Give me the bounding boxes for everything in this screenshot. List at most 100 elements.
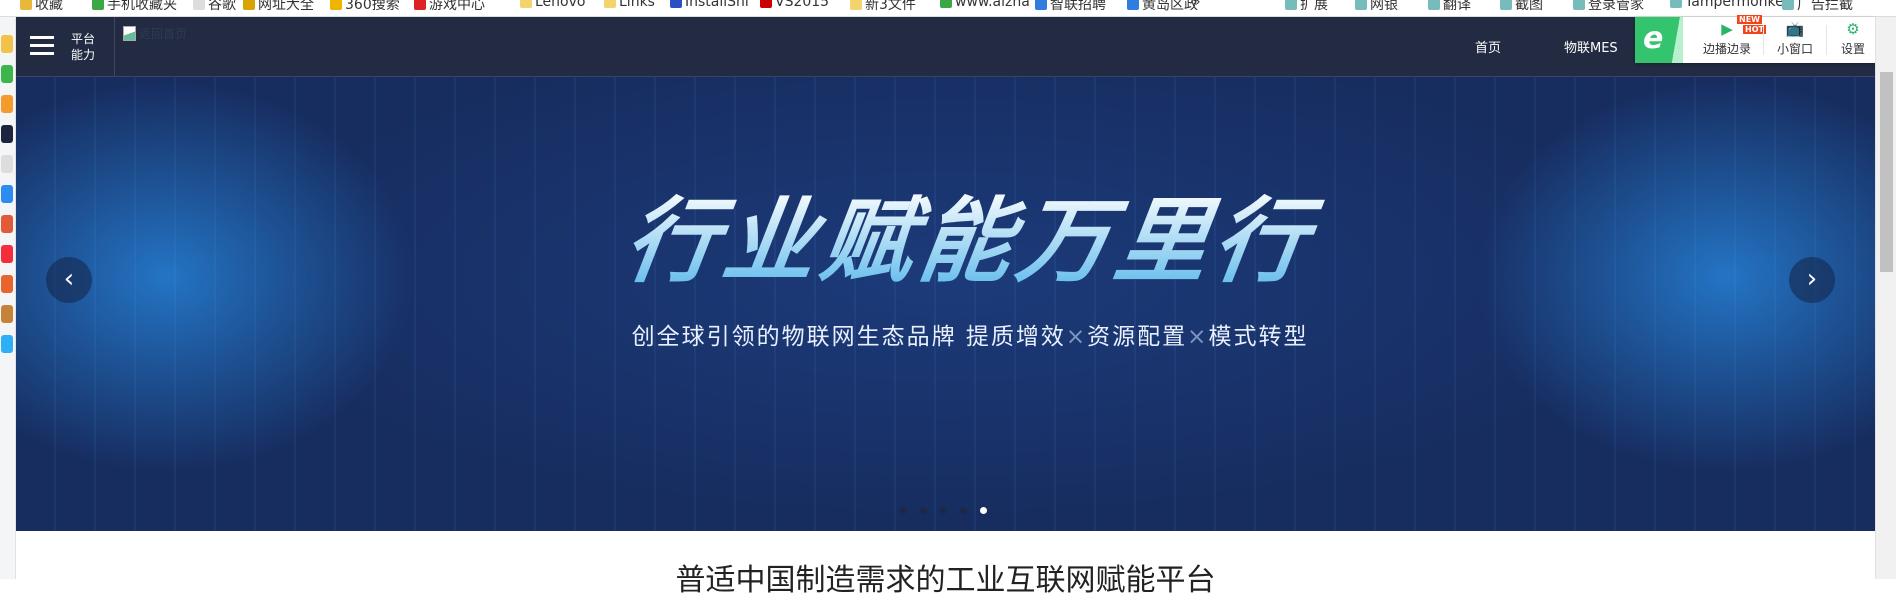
gear-icon: ⚙ (1846, 20, 1860, 38)
toolbar-icon (1573, 0, 1585, 10)
bookmark-label: Links (619, 0, 655, 10)
bookmark-item[interactable]: 谷歌 (193, 0, 236, 14)
tv-icon: 📺 (1785, 20, 1805, 38)
platform-capability-menu[interactable]: 平台能力 (71, 31, 101, 63)
bookmark-icon (1035, 0, 1047, 10)
more-bookmarks-button[interactable]: » (1192, 0, 1201, 10)
toolbar-item[interactable]: Tampermonke (1670, 0, 1784, 10)
scrollbar-thumb[interactable] (1880, 72, 1893, 272)
sidebar-app-icon[interactable] (1, 185, 13, 203)
toolbar-label: 网银 (1370, 0, 1398, 13)
bookmark-item[interactable]: 手机收藏夹 (92, 0, 177, 14)
bookmark-label: 网址大全 (258, 0, 314, 13)
bookmark-label: 收藏 (35, 0, 63, 13)
hero-carousel: 行业赋能万里行 创全球引领的物联网生态品牌 提质增效×资源配置×模式转型 ‹ › (16, 77, 1875, 531)
scrollbar[interactable] (1875, 17, 1896, 579)
sidebar-app-icon[interactable] (1, 305, 13, 323)
carousel-dot[interactable] (980, 507, 987, 514)
logo-alt-text: 返回首页 (139, 27, 188, 41)
broken-image-icon (123, 26, 136, 41)
divider (1763, 25, 1764, 55)
separator: × (1065, 324, 1088, 350)
bookmark-label: InstallShi (685, 0, 749, 10)
divider (114, 17, 115, 77)
sidebar-app-icon[interactable] (1, 215, 13, 233)
bookmark-label: VS2015 (775, 0, 830, 10)
toolbar-label: 翻译 (1443, 0, 1471, 13)
nav-iot-mes[interactable]: 物联MES (1564, 37, 1618, 56)
toolbar-item[interactable]: 广告拦截 (1782, 0, 1853, 14)
browser-logo-icon: e (1635, 17, 1683, 63)
bookmark-label: 智联招聘 (1050, 0, 1106, 13)
bookmark-item[interactable]: 智联招聘 (1035, 0, 1106, 14)
toolbar-item[interactable]: 登录管家 (1573, 0, 1644, 14)
sidebar-app-icon[interactable] (1, 35, 13, 53)
toolbar-label: 广告拦截 (1797, 0, 1853, 13)
carousel-dot[interactable] (960, 507, 967, 514)
bookmark-item[interactable]: VS2015 (760, 0, 829, 10)
bookmark-icon (243, 0, 255, 10)
sidebar-app-icon[interactable] (1, 155, 13, 173)
bookmark-label: 360搜索 (345, 0, 400, 13)
bookmark-label: 手机收藏夹 (107, 0, 177, 13)
carousel-prev-button[interactable]: ‹ (46, 257, 92, 303)
toolbar-icon (1428, 0, 1440, 10)
bookmark-icon (330, 0, 342, 10)
bookmark-item[interactable]: 收藏 (20, 0, 63, 14)
record-label: 边播边录 (1702, 42, 1751, 56)
browser-sidebar (0, 17, 16, 579)
carousel-dot[interactable] (940, 507, 947, 514)
bookmark-label: 游戏中心 (429, 0, 485, 13)
bookmark-icon (850, 0, 862, 10)
toolbar-item[interactable]: 扩展 (1285, 0, 1328, 14)
site-header: 平台能力 返回首页 首页 物联MES (16, 17, 1875, 77)
bookmark-item[interactable]: 游戏中心 (414, 0, 485, 14)
mini-window-label: 小窗口 (1776, 42, 1813, 56)
toolbar-label: Tampermonke (1685, 0, 1784, 10)
bookmark-item[interactable]: 360搜索 (330, 0, 400, 14)
settings-button[interactable]: ⚙ 设置 (1833, 20, 1873, 57)
toolbar-icon (1782, 0, 1794, 10)
bookmark-label: Lenovo (535, 0, 586, 10)
hamburger-menu-icon[interactable] (30, 36, 54, 56)
bookmark-label: www.aizha (955, 0, 1030, 10)
carousel-next-button[interactable]: › (1789, 257, 1835, 303)
bookmark-icon (20, 0, 32, 10)
separator: × (1187, 324, 1209, 350)
settings-label: 设置 (1840, 42, 1865, 56)
bookmark-label: 黄岛区政 (1142, 0, 1198, 13)
bookmark-label: 谷歌 (208, 0, 236, 13)
bookmark-label: 新3文件 (865, 0, 916, 13)
bookmark-icon (1127, 0, 1139, 10)
sidebar-app-icon[interactable] (1, 275, 13, 293)
sidebar-app-icon[interactable] (1, 65, 13, 83)
carousel-dot[interactable] (900, 507, 907, 514)
nav-home[interactable]: 首页 (1475, 37, 1501, 56)
bookmark-item[interactable]: www.aizha (940, 0, 1030, 10)
sidebar-app-icon[interactable] (1, 335, 13, 353)
subtitle-part: 创全球引领的物联网生态品牌 提质增效 (631, 324, 1066, 350)
bookmark-item[interactable]: 新3文件 (850, 0, 916, 14)
toolbar-icon (1285, 0, 1297, 10)
browser-extension-panel: e ▶ 边播边录 NEW HOT 📺 小窗口 ⚙ 设置 (1635, 15, 1875, 63)
site-logo[interactable]: 返回首页 (123, 25, 187, 42)
bookmark-icon (760, 0, 772, 8)
bookmark-item[interactable]: 网址大全 (243, 0, 314, 14)
carousel-dot[interactable] (920, 507, 927, 514)
toolbar-label: 登录管家 (1588, 0, 1644, 13)
toolbar-item[interactable]: 网银 (1355, 0, 1398, 14)
bookmark-item[interactable]: Lenovo (520, 0, 585, 10)
bookmark-item[interactable]: Links (604, 0, 655, 10)
bookmark-item[interactable]: 黄岛区政 (1127, 0, 1198, 14)
banner-subtitle: 创全球引领的物联网生态品牌 提质增效×资源配置×模式转型 (540, 317, 1400, 351)
toolbar-item[interactable]: 翻译 (1428, 0, 1471, 14)
sidebar-app-icon[interactable] (1, 95, 13, 113)
toolbar-item[interactable]: 截图 (1500, 0, 1543, 14)
sidebar-app-icon[interactable] (1, 125, 13, 143)
sidebar-app-icon[interactable] (1, 245, 13, 263)
bookmark-icon (940, 0, 952, 8)
mini-window-button[interactable]: 📺 小窗口 (1770, 20, 1820, 57)
section-title: 普适中国制造需求的工业互联网赋能平台 (675, 563, 1216, 598)
bookmark-item[interactable]: InstallShi (670, 0, 749, 10)
toolbar-icon (1355, 0, 1367, 10)
